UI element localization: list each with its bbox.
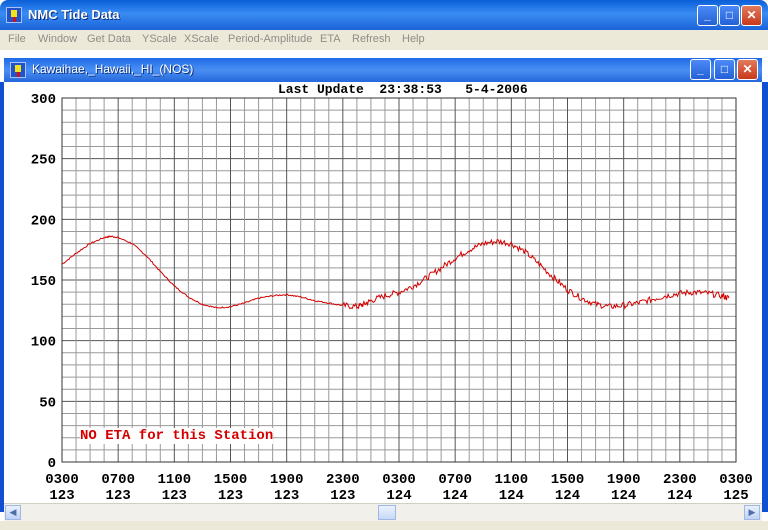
y-tick-label: 200 — [31, 213, 56, 229]
y-tick-label: 100 — [31, 335, 56, 351]
x-tick-day-label: 125 — [723, 488, 748, 504]
x-tick-time-label: 0300 — [719, 472, 753, 488]
tide-series-line — [61, 235, 730, 310]
y-tick-label: 50 — [39, 395, 56, 411]
status-bar — [0, 521, 768, 530]
horizontal-scrollbar[interactable]: ◀ ▶ — [4, 503, 762, 521]
x-tick-time-label: 1500 — [214, 472, 248, 488]
x-tick-time-label: 1500 — [551, 472, 585, 488]
x-tick-day-label: 124 — [555, 488, 580, 504]
y-tick-label: 300 — [31, 92, 56, 108]
x-tick-day-label: 123 — [218, 488, 243, 504]
x-tick-day-label: 123 — [49, 488, 74, 504]
x-tick-day-label: 124 — [386, 488, 411, 504]
x-tick-time-label: 0700 — [101, 472, 135, 488]
eta-message: NO ETA for this Station — [80, 428, 274, 444]
x-tick-time-label: 0300 — [382, 472, 416, 488]
scroll-thumb[interactable] — [378, 505, 396, 520]
x-tick-day-label: 123 — [274, 488, 299, 504]
last-update-label: Last Update 23:38:53 5-4-2006 — [278, 82, 528, 97]
x-tick-day-label: 123 — [162, 488, 187, 504]
x-tick-time-label: 2300 — [663, 472, 697, 488]
scroll-right-button[interactable]: ▶ — [744, 505, 760, 520]
tide-chart: 0501001502002503000300123070012311001231… — [31, 92, 753, 504]
x-tick-day-label: 123 — [330, 488, 355, 504]
x-tick-day-label: 124 — [667, 488, 692, 504]
x-tick-time-label: 1900 — [607, 472, 641, 488]
y-tick-label: 0 — [48, 456, 56, 472]
x-tick-time-label: 1100 — [495, 472, 529, 488]
x-tick-time-label: 1900 — [270, 472, 304, 488]
y-tick-label: 150 — [31, 274, 56, 290]
x-tick-time-label: 1100 — [158, 472, 192, 488]
y-tick-label: 250 — [31, 153, 56, 169]
x-tick-time-label: 2300 — [326, 472, 360, 488]
scroll-left-button[interactable]: ◀ — [5, 505, 21, 520]
x-tick-day-label: 124 — [499, 488, 524, 504]
x-tick-time-label: 0700 — [438, 472, 472, 488]
x-tick-day-label: 124 — [611, 488, 636, 504]
x-tick-day-label: 124 — [443, 488, 468, 504]
x-tick-day-label: 123 — [106, 488, 131, 504]
x-tick-time-label: 0300 — [45, 472, 79, 488]
